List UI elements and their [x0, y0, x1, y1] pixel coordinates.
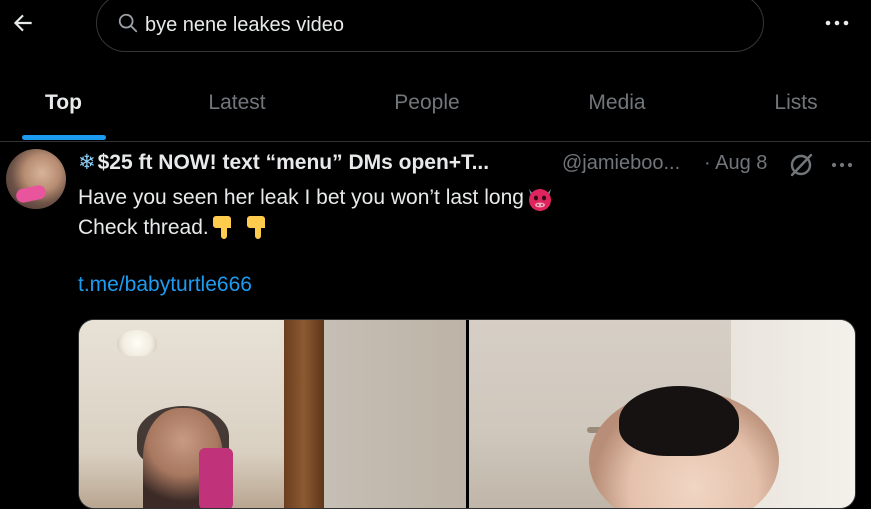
tab-people[interactable]: People [356, 76, 498, 141]
snowflake-emoji: ❄ [78, 151, 96, 174]
post-media [78, 319, 856, 509]
post-text-line1: Have you seen her leak I bet you won’t l… [78, 186, 524, 209]
user-handle[interactable]: @jamieboo... [562, 152, 680, 175]
backhand-index-pointing-down-emoji [246, 216, 265, 239]
avatar[interactable] [6, 149, 66, 209]
grok-icon[interactable] [787, 151, 815, 179]
arrow-left-icon [13, 14, 32, 32]
tab-label: Latest [208, 91, 266, 114]
search-bar[interactable] [96, 0, 764, 52]
tab-media[interactable]: Media [550, 76, 684, 141]
tab-label: Lists [774, 91, 818, 114]
tab-label: Media [588, 91, 646, 114]
tab-top[interactable]: Top [0, 76, 127, 141]
tab-label: Top [45, 91, 82, 114]
post[interactable]: ❄$25 ft NOW! text “menu” DMs open+T... @… [0, 143, 871, 509]
tab-latest[interactable]: Latest [170, 76, 304, 141]
post-header: ❄$25 ft NOW! text “menu” DMs open+T... @… [78, 150, 868, 180]
display-name-text: $25 ft NOW! text “menu” DMs open+T... [97, 151, 490, 174]
post-text-line2: Check thread. [78, 216, 209, 239]
post-link[interactable]: t.me/babyturtle666 [78, 273, 252, 297]
back-button[interactable] [6, 6, 40, 40]
active-tab-indicator [22, 135, 106, 140]
search-tabs: Top Latest People Media Lists [0, 76, 871, 142]
search-input[interactable] [145, 13, 725, 37]
tab-lists[interactable]: Lists [740, 76, 852, 141]
more-horizontal-icon [825, 20, 849, 26]
post-date[interactable]: · Aug 8 [704, 152, 767, 175]
post-more-button[interactable] [828, 153, 856, 177]
display-name[interactable]: ❄$25 ft NOW! text “menu” DMs open+T... [78, 150, 489, 175]
tab-label: People [394, 91, 460, 114]
more-horizontal-icon [831, 162, 853, 168]
post-body: Have you seen her leak I bet you won’t l… [78, 183, 858, 243]
search-icon [118, 13, 138, 33]
post-image-left[interactable] [79, 320, 466, 508]
post-image-right[interactable] [469, 320, 855, 508]
more-options-button[interactable] [822, 10, 852, 36]
devil-face-emoji [528, 189, 551, 211]
top-bar [0, 0, 871, 52]
backhand-index-pointing-down-emoji [212, 216, 231, 239]
